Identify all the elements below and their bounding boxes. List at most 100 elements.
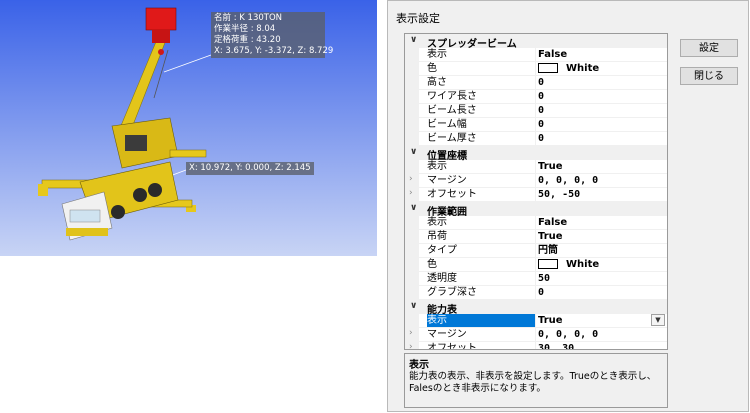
property-value[interactable]: True	[538, 314, 563, 327]
property-row[interactable]: 表示 True	[405, 160, 667, 174]
property-name: ビーム長さ	[427, 104, 536, 117]
row-gutter	[405, 90, 419, 103]
collapse-chevron-icon[interactable]: ∨	[410, 203, 420, 215]
property-value[interactable]: 0	[538, 118, 544, 131]
row-gutter	[405, 48, 419, 61]
dropdown-arrow-icon[interactable]: ▼	[651, 314, 665, 326]
settings-button[interactable]: 設定	[680, 39, 738, 57]
close-button[interactable]: 閉じる	[680, 67, 738, 85]
property-row[interactable]: › オフセット 30, 30	[405, 342, 667, 349]
property-name: 色	[427, 258, 536, 271]
row-gutter	[405, 132, 419, 145]
property-name: 高さ	[427, 76, 536, 89]
row-gutter	[405, 216, 419, 229]
wheel-3	[111, 205, 125, 219]
property-row[interactable]: 色 White	[405, 258, 667, 272]
property-row[interactable]: ビーム厚さ 0	[405, 132, 667, 146]
category-capacity-table[interactable]: ∨ 能力表	[405, 300, 667, 316]
position-coordinate-label: X: 10.972, Y: 0.000, Z: 2.145	[186, 162, 314, 175]
property-name: 表示	[427, 314, 536, 327]
property-value[interactable]: 50, -50	[538, 188, 580, 201]
color-value[interactable]: White	[538, 62, 599, 75]
color-name: White	[566, 63, 600, 74]
description-line: 能力表の表示、非表示を設定します。Trueのとき表示し、	[409, 371, 657, 382]
collapse-chevron-icon[interactable]: ∨	[410, 35, 420, 47]
property-name: 色	[427, 62, 536, 75]
property-row[interactable]: タイプ 円筒	[405, 244, 667, 258]
info-line-hook-coords: X: 3.675, Y: -3.372, Z: 8.729	[214, 46, 334, 56]
property-name: 透明度	[427, 272, 536, 285]
description-text: 能力表の表示、非表示を設定します。Trueのとき表示し、 Falesのとき非表示…	[409, 371, 663, 395]
collapse-chevron-icon[interactable]: ∨	[410, 301, 420, 313]
property-row[interactable]: 色 White	[405, 62, 667, 76]
info-line-radius: 作業半径 : 8.04	[214, 24, 276, 34]
color-swatch	[538, 63, 558, 73]
property-name: ビーム厚さ	[427, 132, 536, 145]
property-value[interactable]: 50	[538, 272, 550, 285]
property-value[interactable]: True	[538, 230, 563, 243]
property-value[interactable]: True	[538, 160, 563, 173]
property-name: ワイア長さ	[427, 90, 536, 103]
color-value[interactable]: White	[538, 258, 599, 271]
property-name: タイプ	[427, 244, 536, 257]
property-row[interactable]: 表示 False	[405, 216, 667, 230]
front-bumper	[66, 228, 108, 236]
category-position-coordinates[interactable]: ∨ 位置座標	[405, 146, 667, 162]
crane-info-label: 名前 : K 130TON 作業半径 : 8.04 定格荷重 : 43.20 X…	[211, 12, 334, 58]
property-row[interactable]: › マージン 0, 0, 0, 0	[405, 328, 667, 342]
property-row[interactable]: ビーム長さ 0	[405, 104, 667, 118]
row-gutter	[405, 230, 419, 243]
row-gutter	[405, 272, 419, 285]
property-value[interactable]: 0	[538, 76, 544, 89]
row-gutter	[405, 258, 419, 271]
property-name: オフセット	[427, 188, 536, 201]
info-line-rated-load: 定格荷重 : 43.20	[214, 35, 281, 45]
wheel-2	[148, 183, 162, 197]
expand-chevron-icon[interactable]: ›	[409, 188, 413, 198]
row-gutter	[405, 104, 419, 117]
row-gutter	[405, 160, 419, 173]
property-value[interactable]: 0, 0, 0, 0	[538, 328, 598, 341]
property-row[interactable]: 表示 False	[405, 48, 667, 62]
property-value[interactable]: False	[538, 48, 567, 61]
property-name: 吊荷	[427, 230, 536, 243]
property-value[interactable]: 0	[538, 286, 544, 299]
property-row[interactable]: › マージン 0, 0, 0, 0	[405, 174, 667, 188]
row-gutter	[405, 314, 419, 327]
row-gutter	[405, 286, 419, 299]
description-line: Falesのとき非表示になります。	[409, 383, 546, 394]
outrigger-rear-right	[169, 149, 207, 158]
property-row[interactable]: 吊荷 True	[405, 230, 667, 244]
3d-viewport[interactable]: 名前 : K 130TON 作業半径 : 8.04 定格荷重 : 43.20 X…	[0, 0, 377, 256]
property-grid: ∨ スプレッダービーム 表示 False 色 White 高さ 0 ワイア長さ 0 ビー…	[404, 33, 668, 350]
property-row[interactable]: ビーム幅 0	[405, 118, 667, 132]
property-row[interactable]: グラブ深さ 0	[405, 286, 667, 300]
property-row-selected[interactable]: 表示 True ▼	[405, 314, 667, 328]
hook	[152, 29, 170, 43]
property-row[interactable]: ワイア長さ 0	[405, 90, 667, 104]
expand-chevron-icon[interactable]: ›	[409, 174, 413, 184]
property-value[interactable]: False	[538, 216, 567, 229]
property-value[interactable]: 0	[538, 104, 544, 117]
property-value[interactable]: 0, 0, 0, 0	[538, 174, 598, 187]
category-work-range[interactable]: ∨ 作業範囲	[405, 202, 667, 218]
property-row[interactable]: 高さ 0	[405, 76, 667, 90]
property-name: 表示	[427, 216, 536, 229]
property-value[interactable]: 円筒	[538, 244, 558, 257]
info-line-name: 名前 : K 130TON	[214, 13, 283, 23]
color-name: White	[566, 259, 600, 270]
display-settings-window: 表示設定 ∨ スプレッダービーム 表示 False 色 White 高さ 0 ワイア長…	[387, 0, 749, 412]
hook-ball	[158, 49, 164, 55]
property-value[interactable]: 0	[538, 132, 544, 145]
property-row[interactable]: › オフセット 50, -50	[405, 188, 667, 202]
category-spreader-beam[interactable]: ∨ スプレッダービーム	[405, 34, 667, 50]
property-name: マージン	[427, 174, 536, 187]
description-panel: 表示 能力表の表示、非表示を設定します。Trueのとき表示し、 Falesのとき…	[404, 353, 668, 408]
property-value[interactable]: 30, 30	[538, 342, 574, 349]
expand-chevron-icon[interactable]: ›	[409, 342, 413, 349]
collapse-chevron-icon[interactable]: ∨	[410, 147, 420, 159]
property-row[interactable]: 透明度 50	[405, 272, 667, 286]
property-value[interactable]: 0	[538, 90, 544, 103]
expand-chevron-icon[interactable]: ›	[409, 328, 413, 338]
property-name: 表示	[427, 48, 536, 61]
